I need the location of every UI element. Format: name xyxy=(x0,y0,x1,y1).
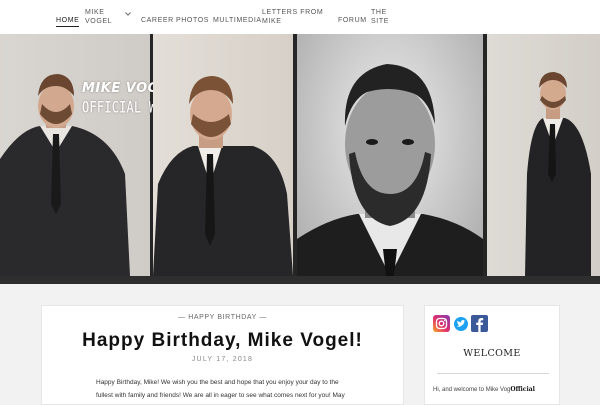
welcome-text-bold: Official xyxy=(510,386,535,393)
hero-bottom-strip xyxy=(0,276,600,284)
sidebar-widget: WELCOME Hi, and welcome to Mike VogOffic… xyxy=(424,305,560,405)
post-card: — HAPPY BIRTHDAY — Happy Birthday, Mike … xyxy=(41,305,404,405)
portrait-illustration xyxy=(297,64,483,276)
portrait-illustration xyxy=(153,76,293,276)
chevron-down-icon[interactable] xyxy=(125,11,131,17)
main-nav: HOME MIKE VOGEL CAREER PHOTOS MULTIMEDIA… xyxy=(0,0,600,34)
nav-the-site[interactable]: THE SITE xyxy=(371,8,389,26)
nav-forum[interactable]: FORUM xyxy=(338,16,367,25)
portrait-illustration xyxy=(525,72,591,276)
hero-banner: MIKE VOGEL OFFICIAL WEBSITE xyxy=(0,34,600,284)
post-title[interactable]: Happy Birthday, Mike Vogel! xyxy=(42,330,403,352)
nav-letters-from-mike[interactable]: LETTERS FROM MIKE xyxy=(262,8,323,26)
nav-letters-line1: LETTERS FROM xyxy=(262,9,324,16)
nav-the-site-line1: THE xyxy=(371,9,387,16)
welcome-text: Hi, and welcome to Mike VogOfficial xyxy=(433,383,557,397)
nav-career[interactable]: CAREER xyxy=(141,16,174,25)
hero-photo-1 xyxy=(0,34,150,276)
instagram-icon[interactable] xyxy=(433,315,450,332)
nav-mike-vogel-line2: VOGEL xyxy=(85,18,113,25)
hero-photo-4 xyxy=(487,34,600,276)
hero-photo-2 xyxy=(153,34,293,276)
portrait-illustration xyxy=(0,74,130,276)
welcome-heading: WELCOME xyxy=(463,348,521,359)
nav-mike-vogel-line1: MIKE xyxy=(85,9,105,16)
post-date: JULY 17, 2018 xyxy=(191,356,254,363)
nav-letters-line2: MIKE xyxy=(262,18,282,25)
twitter-icon[interactable] xyxy=(454,317,468,331)
facebook-icon[interactable] xyxy=(471,315,488,332)
post-category[interactable]: — HAPPY BIRTHDAY — xyxy=(42,314,403,321)
nav-the-site-line2: SITE xyxy=(371,18,389,25)
nav-multimedia[interactable]: MULTIMEDIA xyxy=(213,16,262,25)
divider xyxy=(437,373,549,374)
nav-mike-vogel[interactable]: MIKE VOGEL xyxy=(85,8,112,26)
nav-home[interactable]: HOME xyxy=(56,16,80,27)
nav-photos[interactable]: PHOTOS xyxy=(176,16,209,25)
welcome-text-start: Hi, and welcome to Mike Vog xyxy=(433,387,511,393)
hero-photo-3 xyxy=(297,34,483,276)
post-excerpt: Happy Birthday, Mike! We wish you the be… xyxy=(96,379,345,399)
